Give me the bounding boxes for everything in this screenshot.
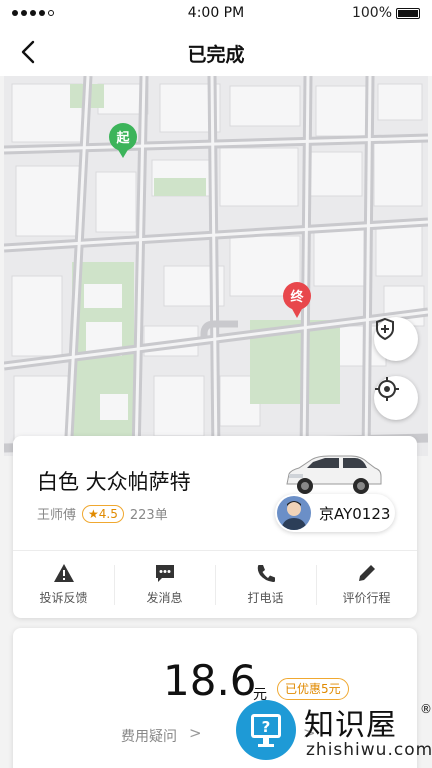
- nav-bar: 已完成: [0, 28, 432, 76]
- svg-text:?: ?: [262, 718, 271, 736]
- help-monitor-icon: ?: [236, 700, 296, 760]
- rating-value: 4.5: [98, 506, 118, 521]
- registered-mark: ®: [420, 702, 432, 716]
- page-title: 已完成: [187, 44, 245, 66]
- discount-badge: 已优惠5元: [277, 678, 349, 700]
- chevron-right-icon: >: [189, 724, 202, 742]
- action-label: 投诉反馈: [39, 591, 88, 605]
- star-icon: ★: [88, 506, 99, 521]
- warning-icon: [53, 564, 74, 582]
- map-canvas: [4, 76, 428, 456]
- pencil-icon: [358, 565, 375, 581]
- call-button[interactable]: 打电话: [215, 551, 316, 618]
- driver-name: 王师傅: [37, 508, 77, 523]
- battery-icon: [396, 7, 420, 19]
- start-pin-label: 起: [116, 131, 130, 146]
- fare-question-link[interactable]: 费用疑问: [121, 726, 177, 746]
- complaint-button[interactable]: 投诉反馈: [13, 551, 114, 618]
- locate-icon: [375, 377, 399, 401]
- driver-plate-pill[interactable]: 京AY0123: [275, 494, 395, 532]
- shield-plus-icon: [376, 317, 394, 341]
- watermark-logo: ? 知识屋 ® zhishiwu.com: [232, 698, 432, 768]
- action-label: 打电话: [247, 591, 284, 605]
- watermark-url: zhishiwu.com: [306, 740, 432, 760]
- driver-info: 王师傅 ★4.5 223单: [37, 504, 168, 523]
- driver-card: 白色 大众帕萨特 王师傅 ★4.5 223单 京AY0123 投诉反馈 发消息 …: [13, 436, 417, 618]
- battery-indicator: 100%: [352, 5, 420, 21]
- license-plate: 京AY0123: [319, 505, 391, 523]
- status-bar: 4:00 PM 100%: [0, 0, 432, 28]
- phone-icon: [257, 565, 275, 582]
- safety-button[interactable]: [374, 317, 418, 361]
- battery-percent: 100%: [351, 5, 392, 21]
- message-icon: [155, 565, 174, 582]
- action-label: 评价行程: [342, 591, 391, 605]
- rating-badge: ★4.5: [82, 504, 124, 523]
- locate-button[interactable]: [374, 376, 418, 420]
- end-pin-label: 终: [290, 290, 304, 305]
- car-name: 白色 大众帕萨特: [37, 470, 191, 494]
- avatar: [277, 496, 311, 530]
- watermark-name: 知识屋: [304, 708, 397, 743]
- rate-trip-button[interactable]: 评价行程: [316, 551, 417, 618]
- action-label: 发消息: [146, 591, 183, 605]
- route-map[interactable]: 起 终: [4, 76, 428, 456]
- car-image: [286, 455, 382, 494]
- action-bar: 投诉反馈 发消息 打电话 评价行程: [13, 551, 417, 618]
- order-count: 223单: [129, 508, 168, 523]
- message-button[interactable]: 发消息: [114, 551, 215, 618]
